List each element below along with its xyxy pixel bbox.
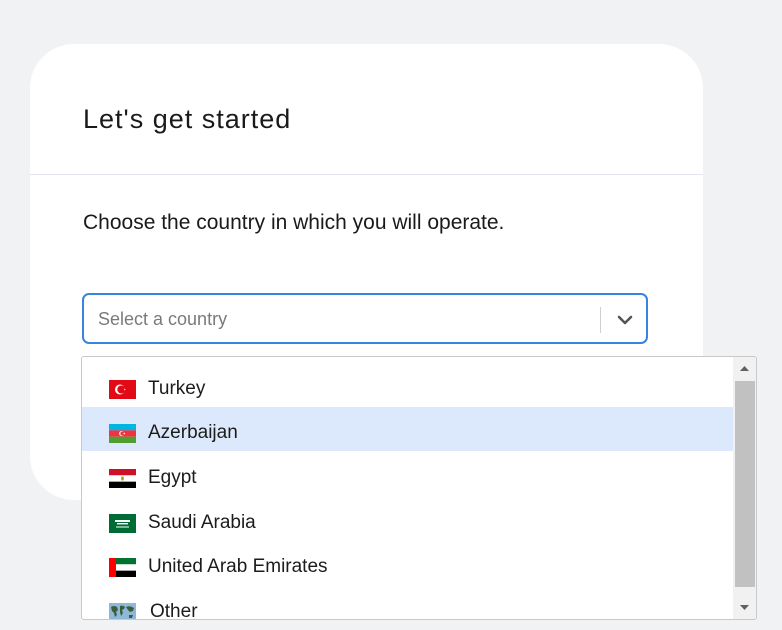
country-option-other[interactable]: Other xyxy=(82,586,733,620)
country-option-label: Turkey xyxy=(148,378,206,399)
select-placeholder: Select a country xyxy=(98,309,228,329)
country-option-saudi-arabia[interactable]: Saudi Arabia xyxy=(82,497,733,541)
country-dropdown-list: Turkey Azerbaijan Egypt Saudi Arabia Uni… xyxy=(81,356,757,620)
azerbaijan-flag-icon xyxy=(109,424,136,443)
turkey-flag-icon xyxy=(109,380,136,399)
select-separator xyxy=(600,307,601,333)
card-title: Let's get started xyxy=(83,104,292,134)
country-option-label: Egypt xyxy=(148,467,197,488)
prompt-text: Choose the country in which you will ope… xyxy=(83,211,505,234)
divider xyxy=(30,174,703,175)
country-option-egypt[interactable]: Egypt xyxy=(82,452,733,496)
country-option-label: Other xyxy=(150,601,198,620)
scroll-up-arrow-icon[interactable] xyxy=(733,357,756,379)
scrollbar-thumb[interactable] xyxy=(735,381,755,587)
dropdown-scrollbar[interactable] xyxy=(733,357,756,619)
country-option-turkey[interactable]: Turkey xyxy=(82,363,733,407)
uae-flag-icon xyxy=(109,558,136,577)
country-option-united-arab-emirates[interactable]: United Arab Emirates xyxy=(82,541,733,585)
country-select[interactable]: Select a country xyxy=(82,293,648,344)
egypt-flag-icon xyxy=(109,469,136,488)
world-map-icon xyxy=(109,603,136,619)
country-option-label: Azerbaijan xyxy=(148,422,238,443)
country-option-label: United Arab Emirates xyxy=(148,556,328,577)
scroll-down-arrow-icon[interactable] xyxy=(733,597,756,619)
country-option-azerbaijan[interactable]: Azerbaijan xyxy=(82,407,733,451)
country-option-label: Saudi Arabia xyxy=(148,512,256,533)
saudi-arabia-flag-icon xyxy=(109,514,136,533)
chevron-down-icon[interactable] xyxy=(612,309,638,331)
